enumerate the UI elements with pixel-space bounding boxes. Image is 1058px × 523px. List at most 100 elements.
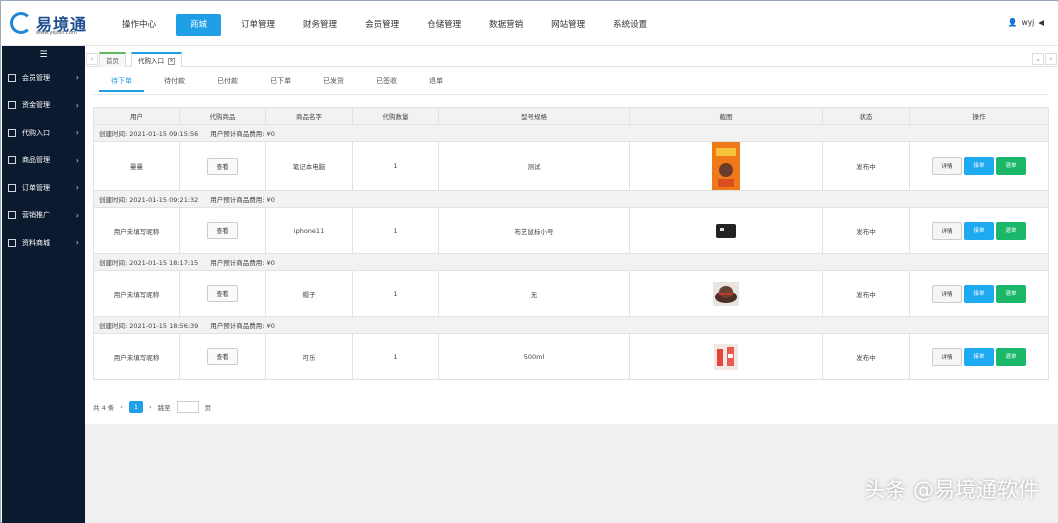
detail-button[interactable]: 详情 [932, 284, 962, 303]
nav-warehouse[interactable]: 仓储管理 [419, 14, 469, 36]
tab-shipped[interactable]: 已发货 [311, 74, 356, 92]
view-button[interactable]: 查看 [207, 285, 238, 302]
sidebar-item-material-mall[interactable]: 资料商城 › [2, 229, 85, 257]
cell-spec: 500ml [438, 333, 630, 380]
tab-purchase-entry[interactable]: 代购入口 × [131, 52, 182, 67]
detail-button[interactable]: 详情 [932, 157, 962, 175]
nav-members[interactable]: 会员管理 [357, 14, 407, 36]
cell-qty: 1 [352, 270, 439, 317]
nav-operation-center[interactable]: 操作中心 [114, 14, 164, 36]
product-thumbnail[interactable] [712, 142, 740, 190]
cell-status: 发布中 [822, 333, 910, 380]
column-header: 截图 [629, 107, 823, 125]
user-cost: 用户预计商品费用: ¥0 [210, 130, 275, 138]
purchase-table: 用户 代购商品 商品名字 代购数量 型号规格 截图 状态 操作 创建时间: 20… [93, 107, 1049, 380]
tab-label: 代购入口 [138, 57, 164, 65]
pager-prev-icon[interactable]: ‹ [120, 403, 123, 411]
nav-mall[interactable]: 商城 [176, 14, 222, 36]
chevron-right-icon: › [75, 100, 79, 110]
sidebar-item-purchase-entry[interactable]: 代购入口 › [2, 119, 85, 147]
cell-user: 曼曼 [93, 141, 180, 191]
view-button[interactable]: 查看 [207, 348, 238, 365]
product-thumbnail[interactable] [713, 281, 739, 306]
cell-ops: 详情 接单 退单 [909, 333, 1049, 380]
tab-signed[interactable]: 已签收 [364, 74, 409, 92]
cell-spec: 测试 [438, 141, 630, 191]
detail-button[interactable]: 详情 [932, 347, 962, 366]
user-cost: 用户预计商品费用: ¥0 [210, 259, 275, 267]
cell-qty: 1 [352, 141, 439, 191]
cell-screenshot [629, 141, 823, 191]
sidebar-item-members[interactable]: 会员管理 › [2, 64, 85, 92]
nav-finance[interactable]: 财务管理 [295, 14, 345, 36]
sidebar-item-promotion[interactable]: 营销推广 › [2, 202, 85, 230]
tab-refund[interactable]: 退单 [417, 74, 455, 92]
tabs-scroll-left-icon[interactable]: ‹ [86, 53, 98, 65]
pager-goto-input[interactable] [176, 401, 199, 413]
main-content: ‹ 首页 代购入口 × ⌄ › 待下单 待付款 已付款 已下单 已发货 已签收 退… [85, 46, 1058, 424]
nav-data-marketing[interactable]: 数据营销 [481, 14, 531, 36]
tab-pending-order[interactable]: 待下单 [99, 74, 144, 92]
order-meta-cell: 创建时间: 2021-01-15 18:17:15 用户预计商品费用: ¥0 [93, 253, 1049, 271]
cell-user: 用户未填写昵称 [93, 333, 180, 380]
cell-user: 用户未填写昵称 [93, 270, 180, 317]
cell-name: 笔记本电脑 [265, 141, 353, 191]
sidebar-item-label: 订单管理 [22, 183, 50, 192]
cell-name: 可乐 [265, 333, 353, 380]
tab-paid[interactable]: 已付款 [205, 74, 250, 92]
refund-button[interactable]: 退单 [996, 347, 1026, 366]
refund-button[interactable]: 退单 [996, 221, 1026, 240]
sidebar-item-label: 资金管理 [22, 101, 50, 110]
product-thumbnail[interactable] [715, 223, 737, 238]
refund-button[interactable]: 退单 [996, 284, 1026, 303]
sidebar-item-orders[interactable]: 订单管理 › [2, 174, 85, 202]
brand-logo[interactable]: 易境通 www.yejoin.com [10, 11, 90, 39]
doc-icon [8, 128, 16, 137]
user-cost: 用户预计商品费用: ¥0 [210, 322, 275, 330]
doc-icon [8, 101, 16, 110]
tabs-dropdown-icon[interactable]: ⌄ [1032, 53, 1044, 65]
sidebar-item-funds[interactable]: 资金管理 › [2, 92, 85, 120]
doc-icon [8, 238, 16, 247]
order-meta-row: 创建时间: 2021-01-15 09:21:32 用户预计商品费用: ¥0 [93, 190, 1049, 208]
tab-pending-payment[interactable]: 待付款 [152, 74, 197, 92]
table-row: 用户未填写昵称 查看 帽子 1 无发布中 详情 接单 退单 [93, 270, 1049, 317]
cell-screenshot [629, 333, 823, 380]
order-status-tabs: 待下单 待付款 已付款 已下单 已发货 已签收 退单 [99, 74, 463, 92]
tab-home[interactable]: 首页 [99, 52, 126, 67]
sidebar-item-products[interactable]: 商品管理 › [2, 147, 85, 175]
watermark-text: 头条 @易境通软件 [864, 478, 1039, 502]
take-order-button[interactable]: 接单 [964, 347, 994, 366]
pager-next-icon[interactable]: › [149, 403, 152, 411]
close-icon[interactable]: × [168, 57, 175, 65]
chevron-right-icon: › [75, 73, 79, 82]
take-order-button[interactable]: 接单 [964, 157, 994, 175]
cell-ops: 详情 接单 退单 [909, 141, 1049, 191]
tab-ordered[interactable]: 已下单 [258, 74, 303, 92]
doc-icon [8, 73, 16, 82]
pagination: 共 4 条 ‹ 1 › 跳至 页 [93, 401, 211, 413]
nav-orders[interactable]: 订单管理 [233, 14, 283, 36]
view-button[interactable]: 查看 [207, 222, 238, 239]
detail-button[interactable]: 详情 [932, 221, 962, 240]
pager-page-unit: 页 [204, 404, 212, 412]
order-meta-row: 创建时间: 2021-01-15 18:56:39 用户预计商品费用: ¥0 [93, 316, 1049, 334]
column-header: 代购商品 [179, 107, 266, 125]
view-button[interactable]: 查看 [207, 157, 238, 175]
take-order-button[interactable]: 接单 [964, 221, 994, 240]
nav-website[interactable]: 网站管理 [543, 14, 593, 36]
product-thumbnail[interactable] [714, 343, 738, 370]
refund-button[interactable]: 退单 [996, 157, 1026, 175]
tabs-scroll-right-icon[interactable]: › [1045, 53, 1057, 65]
doc-icon [8, 211, 16, 220]
user-menu[interactable]: 👤 wyj ◀ [1008, 18, 1044, 27]
nav-settings[interactable]: 系统设置 [605, 14, 655, 36]
menu-icon[interactable]: ☰ [2, 46, 85, 64]
pager-current-page[interactable]: 1 [128, 401, 144, 413]
order-meta-cell: 创建时间: 2021-01-15 09:21:32 用户预计商品费用: ¥0 [93, 190, 1049, 208]
take-order-button[interactable]: 接单 [964, 284, 994, 303]
page-tabs-bar: ‹ 首页 代购入口 × ⌄ › [85, 49, 1058, 67]
cell-status: 发布中 [822, 270, 910, 317]
column-header: 商品名字 [265, 107, 353, 125]
column-header: 用户 [93, 107, 180, 125]
